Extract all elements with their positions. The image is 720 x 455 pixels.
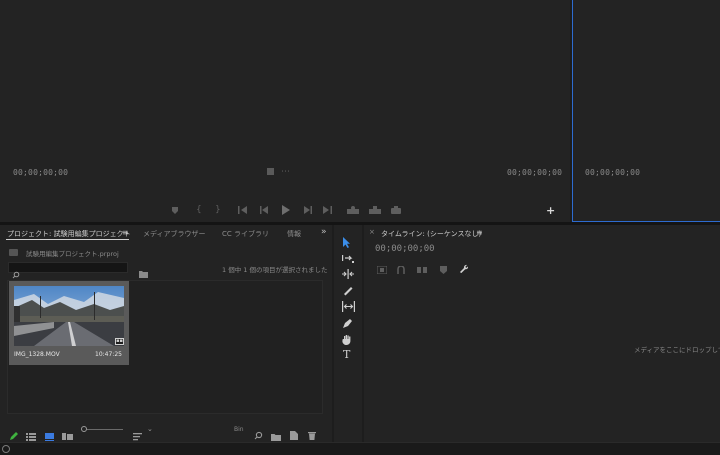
razor-tool-icon[interactable]: [342, 285, 353, 296]
tabs-overflow-icon[interactable]: »: [321, 227, 327, 237]
type-tool-icon[interactable]: T: [343, 349, 350, 360]
timeline-timecode[interactable]: 00;00;00;00: [375, 244, 435, 254]
ripple-edit-tool-icon[interactable]: [342, 269, 354, 279]
tab-info[interactable]: 情報: [287, 229, 301, 239]
pen-tool-icon[interactable]: [342, 318, 353, 329]
timeline-close-icon[interactable]: ×: [369, 228, 375, 236]
fit-dropdown-icon[interactable]: [267, 168, 274, 175]
clip-duration: 10:47:25: [95, 351, 122, 358]
premiere-workspace: 00;00;00;00 00;00;00;00 ⋯ { } + 00;00;00…: [0, 0, 720, 455]
tab-project[interactable]: プロジェクト: 試験用編集プロジェクト: [7, 229, 131, 239]
project-search-input[interactable]: [8, 262, 128, 279]
button-editor-add-button[interactable]: +: [546, 205, 555, 216]
slip-tool-icon[interactable]: [342, 301, 355, 312]
program-timecode[interactable]: 00;00;00;00: [585, 168, 640, 177]
sort-dropdown-chevron-icon[interactable]: ⌄: [147, 425, 153, 433]
source-timecode-right: 00;00;00;00: [507, 168, 563, 177]
snap-icon[interactable]: [397, 259, 405, 278]
step-forward-icon[interactable]: [303, 206, 312, 214]
timeline-settings-wrench-icon[interactable]: [459, 258, 469, 277]
source-timecode-left[interactable]: 00;00;00;00: [13, 168, 68, 177]
mark-in-icon[interactable]: {: [196, 205, 202, 215]
drop-media-hint: メディアをここにドロップして: [634, 346, 720, 354]
active-tab-underline: [6, 239, 129, 240]
clip-thumbnail-card[interactable]: ▪▪ IMG_1328.MOV 10:47:25: [9, 281, 129, 365]
export-frame-icon[interactable]: [391, 206, 401, 214]
tab-media-browser[interactable]: メディアブラウザー: [143, 229, 206, 239]
play-icon[interactable]: [281, 205, 290, 215]
project-folder-icon: [9, 249, 18, 256]
zoom-slider-track[interactable]: [87, 429, 123, 430]
timeline-panel: × タイムライン: (シーケンスなし) ≡ 00;00;00;00 メディアをこ…: [364, 225, 720, 442]
track-select-tool-icon[interactable]: [342, 253, 354, 263]
status-bar: [0, 442, 720, 455]
step-back-icon[interactable]: [260, 206, 269, 214]
timeline-title[interactable]: タイムライン: (シーケンスなし): [381, 229, 481, 239]
nest-sequence-icon[interactable]: [376, 259, 388, 278]
project-file-name: 試験用編集プロジェクト.prproj: [26, 250, 119, 258]
hand-tool-icon[interactable]: [342, 334, 353, 345]
insert-icon[interactable]: [347, 206, 359, 214]
go-to-out-icon[interactable]: [322, 206, 332, 214]
marker-icon[interactable]: [171, 206, 179, 215]
selection-status: 1 個中 1 個の項目が選択されました: [222, 266, 328, 274]
add-marker-icon[interactable]: [440, 259, 447, 278]
status-indicator-icon[interactable]: [2, 445, 10, 453]
project-panel-menu-icon[interactable]: ≡: [122, 228, 129, 237]
clip-name: IMG_1328.MOV: [14, 351, 60, 358]
linked-selection-icon[interactable]: [417, 259, 427, 278]
program-monitor-panel: 00;00;00;00: [572, 0, 720, 222]
selection-tool-icon[interactable]: [342, 237, 351, 248]
clip-badge-icon: ▪▪: [115, 338, 124, 345]
mark-out-icon[interactable]: }: [215, 205, 221, 215]
tab-cc-libraries[interactable]: CC ライブラリ: [222, 229, 269, 239]
automate-to-sequence-icon[interactable]: Bin: [234, 426, 244, 433]
go-to-in-icon[interactable]: [238, 206, 248, 214]
more-dots-icon[interactable]: ⋯: [281, 167, 290, 177]
clip-thumbnail: ▪▪: [14, 286, 124, 346]
overwrite-icon[interactable]: [369, 206, 381, 214]
source-monitor-panel: 00;00;00;00 00;00;00;00 ⋯ { } +: [0, 0, 570, 222]
timeline-menu-icon[interactable]: ≡: [476, 228, 483, 237]
